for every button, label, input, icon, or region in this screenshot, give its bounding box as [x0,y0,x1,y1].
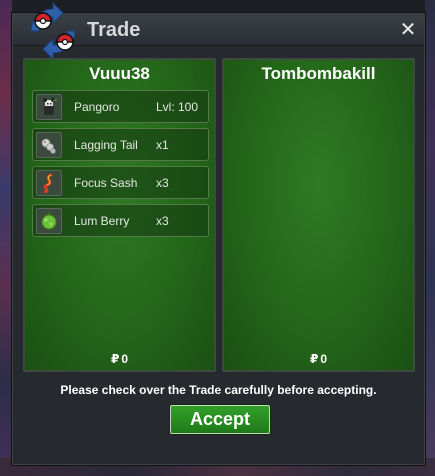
item-name: Lum Berry [74,214,130,228]
trade-item-lagging-tail[interactable]: Lagging Tail x1 [32,128,209,161]
pokedollar-symbol: ₽ [110,352,120,366]
item-quantity: x1 [156,138,169,152]
trade-panel-left: Vuuu38 Pangoro Lvl: 100 Lagging Tail x1 … [23,58,216,372]
item-name: Pangoro [74,100,120,114]
item-quantity: x3 [156,176,169,190]
money-amount: 0 [121,352,129,366]
trader-name-right: Tombombakill [261,64,376,83]
trade-item-focus-sash[interactable]: Focus Sash x3 [32,166,209,199]
item-name: Lagging Tail [74,138,138,152]
trade-item-pangoro[interactable]: Pangoro Lvl: 100 [32,90,209,123]
item-quantity: x3 [156,214,169,228]
lagging-tail-icon [36,132,62,158]
money-amount: 0 [320,352,328,366]
item-name: Focus Sash [74,176,138,190]
accept-button[interactable]: Accept [170,405,270,434]
trade-notice: Please check over the Trade carefully be… [60,383,377,397]
trade-item-lum-berry[interactable]: Lum Berry x3 [32,204,209,237]
pokedollar-symbol: ₽ [309,352,319,366]
game-background-right [425,0,435,476]
lum-berry-icon [36,208,62,234]
money-offer-left: ₽0 [25,352,214,366]
trade-logo-icon [30,1,76,61]
trade-panel-right: Tombombakill ₽0 [222,58,415,372]
focus-sash-icon [36,170,62,196]
game-background-left [0,0,12,476]
close-button[interactable]: ✕ [398,19,418,39]
trade-dialog: Trade ✕ Vuuu38 Pangoro Lvl: 100 Lagging … [12,1,425,465]
window-title: Trade [87,19,141,41]
trader-name-left: Vuuu38 [89,64,150,83]
pangoro-icon [36,94,62,120]
money-offer-right: ₽0 [224,352,413,366]
item-level: Lvl: 100 [156,100,199,114]
